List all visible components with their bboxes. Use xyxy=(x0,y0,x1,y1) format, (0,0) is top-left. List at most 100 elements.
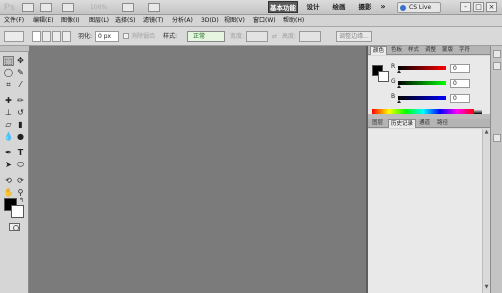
tab-color[interactable]: 颜色 xyxy=(370,46,388,55)
tool-preset-picker[interactable] xyxy=(4,31,24,42)
brush-icon[interactable]: ✏ xyxy=(15,96,26,106)
lasso-icon[interactable]: ◯ xyxy=(3,68,14,78)
eyedropper-icon[interactable]: ⁄ xyxy=(15,80,26,90)
canvas-workspace[interactable] xyxy=(29,46,367,293)
new-selection-icon[interactable] xyxy=(32,31,41,42)
pen-icon[interactable]: ✒ xyxy=(3,148,14,158)
menu-file[interactable]: 文件(F) xyxy=(4,16,24,26)
swap-icon[interactable]: ⇄ xyxy=(272,31,277,42)
menu-layer[interactable]: 图层(L) xyxy=(89,16,109,26)
width-input[interactable] xyxy=(246,31,268,42)
3d-camera-icon[interactable]: ⟳ xyxy=(15,176,26,186)
ps-logo: Ps xyxy=(4,2,16,12)
intersect-selection-icon[interactable] xyxy=(62,31,71,42)
photoshop-window: Ps 100% 基本功能 设计 绘画 摄影 » CS Live - □ × 文件… xyxy=(0,0,502,293)
cs-live-button[interactable]: CS Live xyxy=(397,2,441,13)
toolbox-grip[interactable] xyxy=(0,46,29,52)
history-brush-icon[interactable]: ↺ xyxy=(15,108,26,118)
mini-bridge-icon[interactable] xyxy=(40,3,52,12)
stamp-icon[interactable]: ⊥ xyxy=(3,108,14,118)
workspace-design[interactable]: 设计 xyxy=(302,1,324,13)
tab-swatches[interactable]: 色板 xyxy=(389,46,404,55)
menu-view[interactable]: 视图(V) xyxy=(224,16,245,26)
panel-background-swatch[interactable] xyxy=(378,71,389,82)
refine-edge-button[interactable]: 调整边缘... xyxy=(336,31,372,42)
close-button[interactable]: × xyxy=(486,2,497,12)
channel-b-thumb[interactable] xyxy=(397,100,401,103)
channel-r-thumb[interactable] xyxy=(397,70,401,73)
minimize-button[interactable]: - xyxy=(460,2,471,12)
history-scrollbar[interactable]: ▲ ▼ xyxy=(482,129,490,293)
scroll-up-icon[interactable]: ▲ xyxy=(484,130,489,135)
height-label: 高度: xyxy=(282,33,297,40)
more-workspaces-button[interactable]: » xyxy=(376,1,390,13)
channel-g-value[interactable]: 0 xyxy=(450,79,470,88)
tab-history[interactable]: 历史记录 xyxy=(388,119,417,128)
3d-rotate-icon[interactable]: ⟲ xyxy=(3,176,14,186)
shape-icon[interactable]: ⬭ xyxy=(15,160,26,170)
arrange-documents-icon[interactable] xyxy=(122,3,134,12)
blur-icon[interactable]: 💧 xyxy=(3,132,14,142)
quick-select-icon[interactable]: ✎ xyxy=(15,68,26,78)
channel-b-label: B xyxy=(391,93,396,100)
subtract-selection-icon[interactable] xyxy=(52,31,61,42)
channel-b-value[interactable]: 0 xyxy=(450,94,470,103)
crop-icon[interactable]: ⌗ xyxy=(3,80,14,90)
workspace-essentials[interactable]: 基本功能 xyxy=(268,1,298,13)
menu-filter[interactable]: 滤镜(T) xyxy=(143,16,163,26)
channel-b-slider[interactable] xyxy=(398,96,446,100)
type-icon[interactable]: T xyxy=(15,148,26,158)
bridge-icon[interactable] xyxy=(22,3,34,12)
menu-edit[interactable]: 编辑(E) xyxy=(33,16,53,26)
scroll-down-icon[interactable]: ▼ xyxy=(484,285,489,290)
tab-adjustments[interactable]: 调整 xyxy=(423,46,438,55)
menu-image[interactable]: 图像(I) xyxy=(61,16,79,26)
channel-g-slider[interactable] xyxy=(398,81,446,85)
dock-collapse-icon[interactable] xyxy=(493,50,501,58)
eraser-icon[interactable]: ▱ xyxy=(3,120,14,130)
workspace-painting[interactable]: 绘画 xyxy=(328,1,350,13)
menu-analysis[interactable]: 分析(A) xyxy=(172,16,193,26)
view-extras-icon[interactable] xyxy=(62,3,74,12)
channel-r-label: R xyxy=(391,63,396,70)
workspace-photography[interactable]: 摄影 xyxy=(354,1,376,13)
quick-mask-icon[interactable] xyxy=(9,223,20,231)
screen-mode-icon[interactable] xyxy=(148,3,160,12)
antialias-checkbox[interactable] xyxy=(123,33,129,39)
tab-masks[interactable]: 蒙版 xyxy=(440,46,455,55)
channel-r-slider[interactable] xyxy=(398,66,446,70)
gradient-icon[interactable]: ▮ xyxy=(15,120,26,130)
channel-r-value[interactable]: 0 xyxy=(450,64,470,73)
marquee-icon[interactable]: ⬚ xyxy=(3,56,14,66)
add-selection-icon[interactable] xyxy=(42,31,51,42)
cs-live-icon xyxy=(400,5,406,11)
antialias-label: 消除锯齿 xyxy=(131,33,156,40)
dock-panel-icon[interactable] xyxy=(493,62,501,70)
move-icon[interactable]: ✥ xyxy=(15,56,26,66)
menu-select[interactable]: 选择(S) xyxy=(115,16,136,26)
heal-icon[interactable]: ✚ xyxy=(3,96,14,106)
maximize-button[interactable]: □ xyxy=(473,2,484,12)
path-select-icon[interactable]: ➤ xyxy=(3,160,14,170)
tab-layers[interactable]: 图层 xyxy=(370,119,385,128)
height-input[interactable] xyxy=(299,31,321,42)
channel-g-label: G xyxy=(391,78,396,85)
channel-g-thumb[interactable] xyxy=(397,85,401,88)
panels-dock: 颜色 色板 样式 调整 蒙版 字符 R 0 G 0 B 0 图层 历史记录 通道… xyxy=(368,46,490,293)
menu-window[interactable]: 窗口(W) xyxy=(253,16,276,26)
menu-help[interactable]: 帮助(H) xyxy=(283,16,304,26)
dock-panel-icon-2[interactable] xyxy=(493,134,501,142)
hand-icon[interactable]: ✋ xyxy=(3,188,14,198)
style-select[interactable]: 正常 xyxy=(187,31,225,42)
background-color-swatch[interactable] xyxy=(11,205,24,218)
zoom-level[interactable]: 100% xyxy=(90,3,116,12)
tab-character[interactable]: 字符 xyxy=(457,46,472,55)
dodge-icon[interactable]: ● xyxy=(15,132,26,142)
tab-paths[interactable]: 路径 xyxy=(435,119,450,128)
tab-styles[interactable]: 样式 xyxy=(406,46,421,55)
application-bar: Ps 100% 基本功能 设计 绘画 摄影 » CS Live - □ × xyxy=(0,0,502,15)
feather-input[interactable]: 0 px xyxy=(95,31,119,42)
menu-3d[interactable]: 3D(D) xyxy=(201,16,219,26)
style-label: 样式: xyxy=(163,33,178,40)
tab-channels[interactable]: 通道 xyxy=(417,119,432,128)
